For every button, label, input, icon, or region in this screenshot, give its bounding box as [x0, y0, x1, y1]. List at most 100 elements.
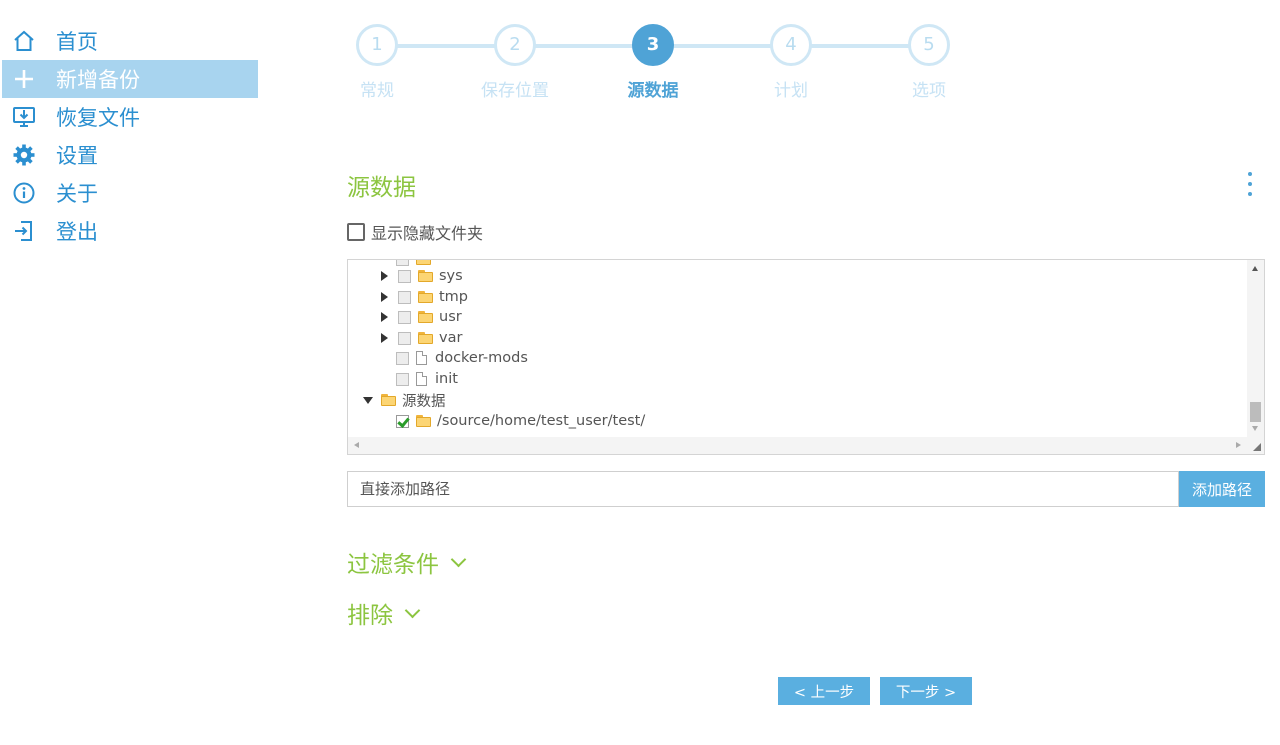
step-number: 5 — [908, 24, 950, 66]
tree-row[interactable]: tmp — [380, 287, 468, 307]
expand-arrow-icon[interactable] — [381, 271, 388, 281]
tree-row[interactable]: docker-mods — [396, 348, 528, 368]
checkbox-box[interactable] — [347, 223, 365, 241]
sidebar-item-label: 恢复文件 — [56, 106, 140, 130]
wizard-stepper: 1 常规 2 保存位置 3 源数据 4 计划 5 选项 — [356, 24, 956, 104]
step-options[interactable]: 5 选项 — [908, 24, 950, 101]
exclude-label: 排除 — [347, 603, 393, 629]
checkbox-label: 显示隐藏文件夹 — [371, 224, 484, 243]
sidebar-item-settings[interactable]: 设置 — [2, 136, 258, 174]
expand-arrow-icon[interactable] — [381, 312, 388, 322]
folder-icon — [381, 394, 396, 406]
tree-row-source-root[interactable]: 源数据 — [363, 390, 446, 410]
resize-handle-icon[interactable] — [1247, 437, 1264, 454]
sidebar-item-about[interactable]: 关于 — [2, 174, 258, 212]
file-icon — [416, 351, 427, 365]
tree-row[interactable]: /source/home/test_user/test/ — [396, 411, 645, 431]
tree-row-label: /source/home/test_user/test/ — [437, 413, 646, 429]
step-label: 选项 — [912, 81, 946, 101]
step-label: 保存位置 — [481, 81, 549, 101]
step-schedule[interactable]: 4 计划 — [770, 24, 812, 101]
sidebar-item-label: 首页 — [56, 30, 98, 54]
gear-icon — [11, 142, 37, 168]
step-connector — [810, 44, 910, 48]
sidebar-item-restore[interactable]: 恢复文件 — [2, 98, 258, 136]
step-connector — [396, 44, 496, 48]
step-label: 计划 — [774, 81, 808, 101]
tree-row-label: init — [435, 371, 458, 387]
sidebar-item-label: 登出 — [56, 220, 98, 244]
scroll-left-icon[interactable] — [354, 442, 359, 448]
next-step-button[interactable]: 下一步 > — [880, 677, 972, 705]
sidebar-item-new-backup[interactable]: 新增备份 — [2, 60, 258, 98]
tree-row[interactable]: sys — [380, 266, 463, 286]
add-path-input[interactable] — [347, 471, 1179, 507]
chevron-down-icon — [450, 551, 467, 567]
tree-checkbox[interactable] — [398, 331, 411, 345]
file-tree-viewport: sys tmp usr var docker-mods init 源数据 /so… — [348, 260, 1247, 437]
previous-step-button[interactable]: < 上一步 — [778, 677, 870, 705]
sidebar-item-label: 关于 — [56, 182, 98, 206]
step-connector — [672, 44, 772, 48]
step-save-location[interactable]: 2 保存位置 — [481, 24, 549, 101]
step-source-data[interactable]: 3 源数据 — [628, 24, 679, 101]
folder-icon — [418, 311, 433, 323]
scroll-right-icon[interactable] — [1236, 442, 1241, 448]
expand-arrow-icon[interactable] — [381, 333, 388, 343]
tree-row-label: sys — [439, 268, 463, 284]
add-path-button[interactable]: 添加路径 — [1179, 471, 1265, 507]
tree-checkbox[interactable] — [396, 372, 409, 386]
tree-row[interactable]: usr — [380, 307, 462, 327]
tree-checkbox-checked[interactable] — [396, 414, 409, 428]
section-title: 源数据 — [347, 175, 416, 201]
step-number: 4 — [770, 24, 812, 66]
folder-icon — [418, 291, 433, 303]
plus-icon — [11, 66, 37, 92]
sidebar-item-label: 设置 — [56, 144, 98, 168]
horizontal-scrollbar[interactable] — [348, 437, 1247, 454]
tree-row-label: var — [439, 330, 463, 346]
logout-icon — [11, 218, 37, 244]
file-icon — [416, 372, 427, 386]
filter-conditions-toggle[interactable]: 过滤条件 — [347, 545, 467, 579]
tree-checkbox[interactable] — [398, 290, 411, 304]
tree-row-label: tmp — [439, 289, 469, 305]
step-label: 源数据 — [627, 81, 679, 101]
folder-icon — [416, 260, 431, 265]
tree-checkbox[interactable] — [398, 269, 411, 283]
tree-checkbox[interactable] — [398, 310, 411, 324]
sidebar: 首页 新增备份 恢复文件 设置 关于 登出 — [0, 22, 258, 250]
sidebar-item-logout[interactable]: 登出 — [2, 212, 258, 250]
more-options-icon[interactable] — [1242, 172, 1258, 196]
tree-row[interactable]: init — [396, 369, 458, 389]
sidebar-item-home[interactable]: 首页 — [2, 22, 258, 60]
tree-checkbox[interactable] — [396, 260, 409, 266]
tree-row-label: 源数据 — [402, 393, 446, 410]
folder-icon — [418, 270, 433, 282]
home-icon — [11, 28, 37, 54]
collapse-arrow-icon[interactable] — [363, 396, 373, 404]
vertical-scrollbar[interactable] — [1247, 260, 1264, 437]
file-tree: sys tmp usr var docker-mods init 源数据 /so… — [347, 259, 1265, 455]
show-hidden-folders-checkbox[interactable]: 显示隐藏文件夹 — [347, 220, 483, 244]
step-connector — [534, 44, 634, 48]
exclude-toggle[interactable]: 排除 — [347, 596, 421, 630]
folder-icon — [418, 332, 433, 344]
step-number: 3 — [632, 24, 674, 66]
step-number: 1 — [356, 24, 398, 66]
chevron-down-icon — [404, 602, 421, 618]
sidebar-item-label: 新增备份 — [56, 68, 140, 92]
scroll-thumb[interactable] — [1250, 402, 1261, 422]
tree-row-label: usr — [439, 309, 462, 325]
folder-icon — [416, 415, 431, 427]
step-label: 常规 — [360, 81, 394, 101]
info-icon — [11, 180, 37, 206]
scroll-up-icon[interactable] — [1252, 266, 1258, 271]
step-number: 2 — [494, 24, 536, 66]
tree-row[interactable]: var — [380, 328, 462, 348]
scroll-down-icon[interactable] — [1252, 426, 1258, 431]
step-general[interactable]: 1 常规 — [356, 24, 398, 101]
expand-arrow-icon[interactable] — [381, 292, 388, 302]
tree-row-label: docker-mods — [435, 350, 528, 366]
tree-checkbox[interactable] — [396, 351, 409, 365]
